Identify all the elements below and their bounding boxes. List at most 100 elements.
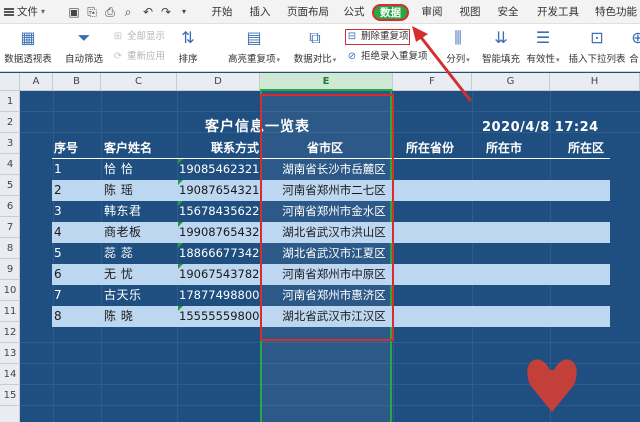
row-header[interactable]: 11 (0, 301, 20, 322)
tab-formulas[interactable]: 公式 (340, 0, 368, 24)
save-icon[interactable]: ▣ (66, 4, 82, 20)
cell-customer-name: 陈 晓 (104, 309, 134, 323)
split-column-label: 分列 (446, 54, 466, 65)
cell-customer-name: 恰 恰 (104, 162, 134, 176)
cell-contact: 15678435622 (179, 204, 260, 218)
tab-home[interactable]: 开始 (208, 0, 236, 24)
pivot-table-label: 数据透视表 (4, 54, 52, 65)
column-header-b[interactable]: B (53, 73, 101, 91)
column-header-c[interactable]: C (101, 73, 177, 91)
row-header[interactable]: 4 (0, 154, 20, 175)
cell-contact: 15555559800 (179, 309, 260, 323)
data-compare-label: 数据对比 (293, 54, 332, 65)
sort-icon: ⇅ (181, 28, 195, 47)
row-header[interactable]: 2 (0, 112, 20, 133)
file-menu[interactable]: 文件 ▾ (4, 0, 45, 24)
column-header-bar: A B C D E F G H (0, 73, 640, 91)
split-column-button[interactable]: ⫼ 分列▾ (442, 28, 474, 65)
header-city: 所在市 (486, 141, 523, 155)
cell-serial: 6 (54, 267, 62, 281)
tab-data[interactable]: 数据 (372, 4, 409, 21)
row-header[interactable]: 10 (0, 280, 20, 301)
redo-icon[interactable]: ↷ (158, 4, 174, 20)
menu-bar: 文件 ▾ ▣ ⎘ ⎙ ⌕ ↶ ↷ ▾ 开始 插入 页面布局 公式 数据 审阅 视… (0, 0, 640, 24)
show-all-label: 全部显示 (127, 31, 166, 42)
chevron-down-icon: ▾ (41, 7, 46, 16)
pivot-table-button[interactable]: ▦ 数据透视表 (4, 28, 52, 65)
reapply-button[interactable]: ⟳ 重新应用 (112, 50, 165, 64)
data-ribbon: ▦ 数据透视表 ⏷ 自动筛选 ⊞ 全部显示 ⟳ 重新应用 ⇅ 排序 ▤ 高亮重复… (0, 24, 640, 72)
validity-button[interactable]: ☰ 有效性▾ (526, 28, 560, 65)
remove-duplicates-icon: ⊟ (347, 31, 357, 42)
highlight-duplicates-label: 高亮重复项 (227, 54, 276, 65)
column-header-h[interactable]: H (550, 73, 640, 91)
remove-duplicates-button[interactable]: ⊟ 删除重复项 (345, 29, 410, 45)
tab-page-layout[interactable]: 页面布局 (284, 0, 332, 24)
merge-icon: ⊕ (631, 28, 640, 47)
reject-duplicate-entry-label: 拒绝录入重复项 (361, 51, 428, 62)
header-district: 所在区 (568, 141, 605, 155)
tab-review[interactable]: 审阅 (418, 0, 446, 24)
row-header[interactable]: 8 (0, 238, 20, 259)
smart-fill-button[interactable]: ⇊ 智能填充 (480, 28, 522, 65)
row-header[interactable]: 1 (0, 91, 20, 112)
reject-duplicate-entry-button[interactable]: ⊘ 拒绝录入重复项 (346, 50, 428, 64)
cell-serial: 7 (54, 288, 62, 302)
tab-security[interactable]: 安全 (494, 0, 522, 24)
cell-customer-name: 古天乐 (104, 288, 142, 302)
cell-serial: 8 (54, 309, 62, 323)
row-header[interactable]: 5 (0, 175, 20, 196)
row-header[interactable]: 7 (0, 217, 20, 238)
autofilter-label: 自动筛选 (64, 54, 103, 65)
cell-contact: 19067543782 (179, 267, 260, 281)
reapply-icon: ⟳ (113, 51, 123, 62)
cell-customer-name: 韩东君 (104, 204, 142, 218)
header-customer-name: 客户姓名 (104, 141, 153, 155)
header-contact: 联系方式 (211, 141, 260, 155)
row-header[interactable]: 6 (0, 196, 20, 217)
column-header-e[interactable]: E (260, 73, 393, 91)
customize-chevron-icon[interactable]: ▾ (176, 4, 192, 20)
row-header[interactable]: 3 (0, 133, 20, 154)
undo-icon[interactable]: ↶ (140, 4, 156, 20)
cell-serial: 5 (54, 246, 62, 260)
row-header[interactable]: 13 (0, 343, 20, 364)
highlight-duplicates-button[interactable]: ▤ 高亮重复项▾ (224, 28, 284, 65)
cell-customer-name: 蕊 蕊 (104, 246, 134, 260)
insert-dropdown-list-label: 插入下拉列表 (568, 54, 626, 65)
sheet-datetime: 2020/4/8 17:24 (482, 120, 599, 135)
column-header-d[interactable]: D (177, 73, 260, 91)
cell-contact: 17877498800 (179, 288, 260, 302)
merge-button[interactable]: ⊕ 合 (628, 28, 640, 65)
insert-dropdown-list-button[interactable]: ⊡ 插入下拉列表 (568, 28, 626, 65)
cell-customer-name: 商老板 (104, 225, 142, 239)
print-preview-icon[interactable]: ⌕ (120, 4, 136, 20)
chevron-down-icon: ▾ (332, 56, 337, 64)
remove-duplicates-label: 删除重复项 (361, 31, 409, 42)
print-icon[interactable]: ⎙ (102, 4, 118, 20)
select-all-corner[interactable] (0, 73, 20, 91)
row-header[interactable]: 14 (0, 364, 20, 385)
tab-view[interactable]: 视图 (456, 0, 484, 24)
row-header[interactable]: 15 (0, 385, 20, 406)
reject-entry-icon: ⊘ (347, 51, 357, 62)
column-header-a[interactable]: A (20, 73, 53, 91)
cell-contact: 19908765432 (179, 225, 260, 239)
tab-developer[interactable]: 开发工具 (534, 0, 582, 24)
column-header-g[interactable]: G (472, 73, 550, 91)
sort-button[interactable]: ⇅ 排序 (172, 28, 204, 65)
column-header-f[interactable]: F (393, 73, 472, 91)
row-header[interactable]: 9 (0, 259, 20, 280)
export-pdf-icon[interactable]: ⎘ (84, 4, 100, 20)
filter-icon: ⏷ (77, 28, 91, 47)
tab-special-features[interactable]: 特色功能 (592, 0, 640, 24)
tab-insert[interactable]: 插入 (246, 0, 274, 24)
header-serial: 序号 (54, 141, 79, 155)
data-compare-button[interactable]: ⧉ 数据对比▾ (290, 28, 340, 65)
validity-icon: ☰ (535, 28, 551, 47)
watermark (520, 330, 630, 418)
show-all-button[interactable]: ⊞ 全部显示 (112, 30, 165, 44)
autofilter-button[interactable]: ⏷ 自动筛选 (62, 28, 106, 65)
hamburger-icon (4, 8, 14, 16)
row-header[interactable]: 12 (0, 322, 20, 343)
